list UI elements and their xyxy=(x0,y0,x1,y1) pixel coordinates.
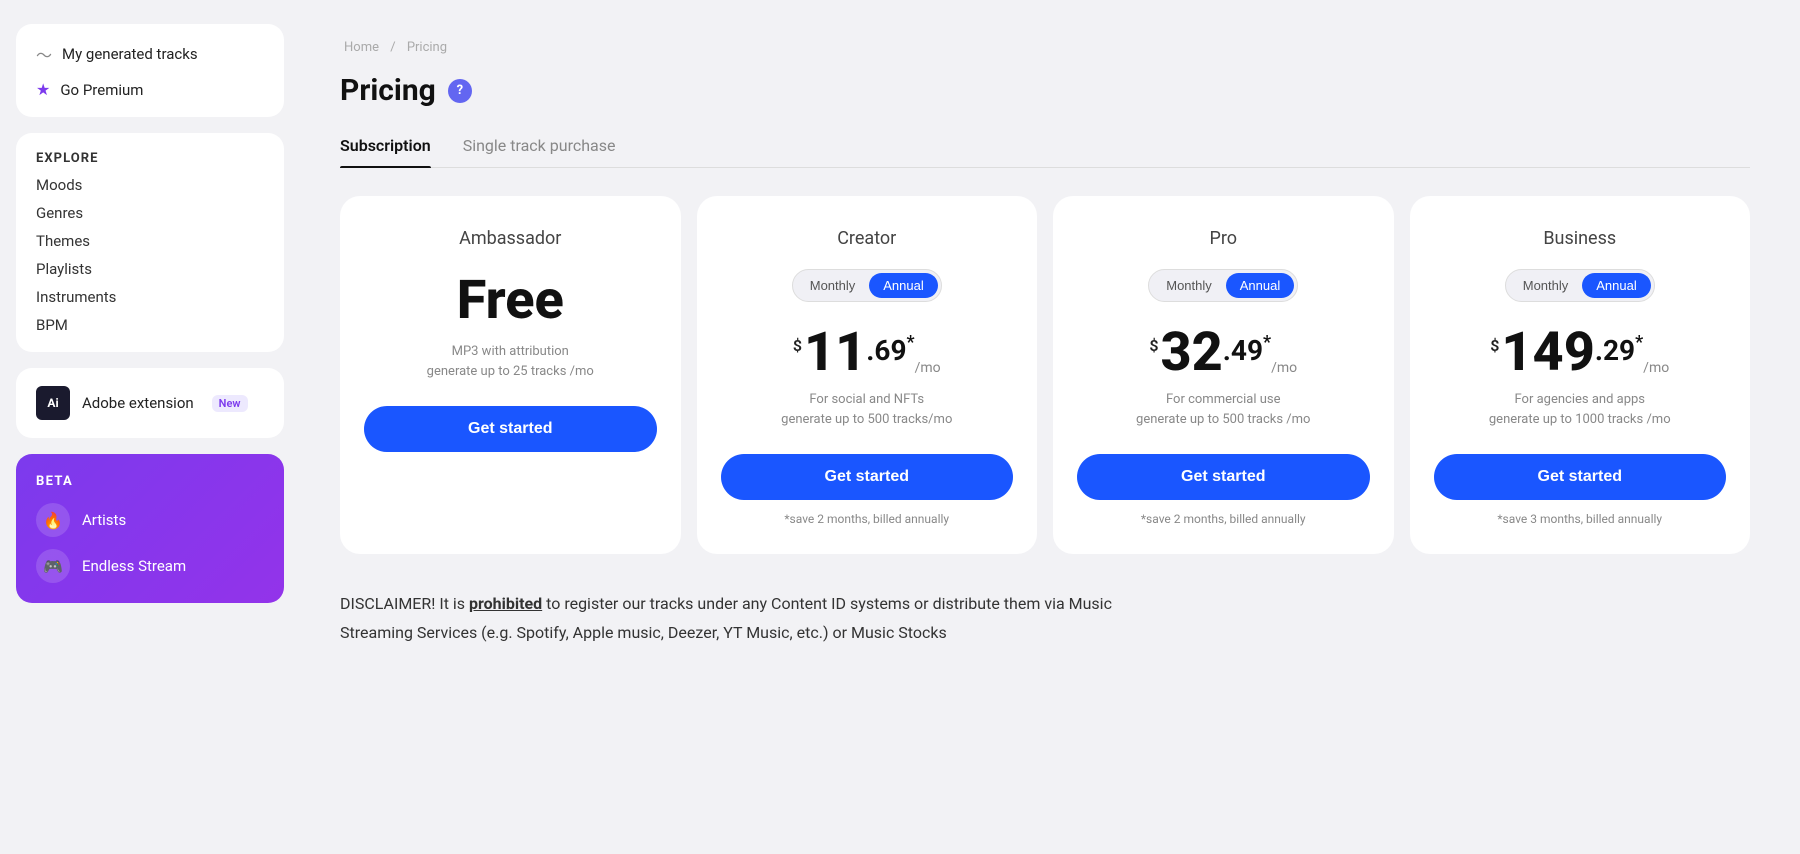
plan-ambassador-cta[interactable]: Get started xyxy=(364,406,657,452)
plan-business-desc: For agencies and appsgenerate up to 1000… xyxy=(1489,390,1671,430)
plan-business: Business Monthly Annual $ 149 .29 * /mo … xyxy=(1410,196,1751,554)
plan-creator-price-main: 11 xyxy=(804,326,866,380)
plan-ambassador-desc: MP3 with attributiongenerate up to 25 tr… xyxy=(427,342,594,382)
plan-pro-save-note: *save 2 months, billed annually xyxy=(1141,512,1306,526)
plan-pro-period: /mo xyxy=(1271,360,1297,376)
breadcrumb-home[interactable]: Home xyxy=(344,40,379,55)
disclaimer-suffix1: to register our tracks under any Content… xyxy=(542,594,1112,613)
sidebar-item-instruments[interactable]: Instruments xyxy=(36,288,264,306)
gamepad-icon: 🎮 xyxy=(36,549,70,583)
sidebar-item-playlists[interactable]: Playlists xyxy=(36,260,264,278)
sidebar: 〜 My generated tracks ★ Go Premium EXPLO… xyxy=(0,0,300,854)
explore-heading: EXPLORE xyxy=(36,151,264,166)
sidebar-top-card: 〜 My generated tracks ★ Go Premium xyxy=(16,24,284,117)
plan-creator-monthly-btn[interactable]: Monthly xyxy=(796,273,870,298)
sidebar-item-bpm[interactable]: BPM xyxy=(36,316,264,334)
plan-pro-currency: $ xyxy=(1149,336,1158,355)
page-title: Pricing xyxy=(340,73,436,108)
tab-single-track[interactable]: Single track purchase xyxy=(463,136,616,167)
fire-icon: 🔥 xyxy=(36,503,70,537)
disclaimer-prohibited: prohibited xyxy=(469,594,542,613)
plan-business-cta[interactable]: Get started xyxy=(1434,454,1727,500)
tabs-container: Subscription Single track purchase xyxy=(340,136,1750,168)
plan-ambassador-price: Free xyxy=(457,269,564,332)
plan-business-name: Business xyxy=(1543,228,1616,249)
plan-pro-toggle: Monthly Annual xyxy=(1148,269,1298,302)
sidebar-item-moods[interactable]: Moods xyxy=(36,176,264,194)
plan-pro-annual-btn[interactable]: Annual xyxy=(1226,273,1294,298)
plan-business-currency: $ xyxy=(1490,336,1499,355)
breadcrumb-current: Pricing xyxy=(407,40,447,55)
plan-business-save-note: *save 3 months, billed annually xyxy=(1497,512,1662,526)
plan-creator-price-container: $ 11 .69 * /mo xyxy=(793,326,941,380)
sidebar-item-artists[interactable]: 🔥 Artists xyxy=(36,503,264,537)
disclaimer-prefix: DISCLAIMER! It is xyxy=(340,594,469,613)
star-icon: ★ xyxy=(36,80,50,99)
main-content: Home / Pricing Pricing ? Subscription Si… xyxy=(300,0,1800,854)
plan-business-monthly-btn[interactable]: Monthly xyxy=(1509,273,1583,298)
plan-pro: Pro Monthly Annual $ 32 .49 * /mo For co… xyxy=(1053,196,1394,554)
sidebar-item-go-premium[interactable]: ★ Go Premium xyxy=(36,80,264,99)
adobe-icon: Ai xyxy=(36,386,70,420)
plan-pro-price-decimal: .49 xyxy=(1223,334,1263,367)
plan-pro-price-container: $ 32 .49 * /mo xyxy=(1149,326,1297,380)
plan-business-toggle: Monthly Annual xyxy=(1505,269,1655,302)
plan-pro-cta[interactable]: Get started xyxy=(1077,454,1370,500)
plan-creator-name: Creator xyxy=(837,228,896,249)
plan-business-price-main: 149 xyxy=(1501,326,1594,380)
artists-label: Artists xyxy=(82,511,126,529)
disclaimer-suffix2: Streaming Services (e.g. Spotify, Apple … xyxy=(340,623,947,642)
sidebar-adobe-card[interactable]: Ai Adobe extension New xyxy=(16,368,284,438)
plan-creator-cta[interactable]: Get started xyxy=(721,454,1014,500)
new-badge: New xyxy=(212,395,248,412)
plan-creator-toggle: Monthly Annual xyxy=(792,269,942,302)
page-header: Pricing ? xyxy=(340,73,1750,108)
sidebar-item-endless-stream[interactable]: 🎮 Endless Stream xyxy=(36,549,264,583)
adobe-label: Adobe extension xyxy=(82,394,194,412)
generated-tracks-label: My generated tracks xyxy=(62,45,198,63)
explore-list: Moods Genres Themes Playlists Instrument… xyxy=(36,176,264,334)
sidebar-item-generated-tracks[interactable]: 〜 My generated tracks xyxy=(36,42,264,66)
go-premium-label: Go Premium xyxy=(60,81,143,99)
plan-ambassador-name: Ambassador xyxy=(459,228,561,249)
tab-subscription[interactable]: Subscription xyxy=(340,136,431,167)
breadcrumb-separator: / xyxy=(390,40,395,55)
waveform-icon: 〜 xyxy=(36,42,52,66)
plan-business-price-decimal: .29 xyxy=(1595,334,1635,367)
plan-pro-monthly-btn[interactable]: Monthly xyxy=(1152,273,1226,298)
plan-pro-price-main: 32 xyxy=(1160,326,1222,380)
plan-creator: Creator Monthly Annual $ 11 .69 * /mo Fo… xyxy=(697,196,1038,554)
plan-business-price-container: $ 149 .29 * /mo xyxy=(1490,326,1669,380)
plan-pro-desc: For commercial usegenerate up to 500 tra… xyxy=(1136,390,1310,430)
sidebar-item-themes[interactable]: Themes xyxy=(36,232,264,250)
plan-business-asterisk: * xyxy=(1635,332,1643,353)
plan-creator-save-note: *save 2 months, billed annually xyxy=(784,512,949,526)
plan-creator-price-decimal: .69 xyxy=(866,334,906,367)
breadcrumb: Home / Pricing xyxy=(340,40,1750,55)
plan-creator-asterisk: * xyxy=(907,332,915,353)
sidebar-item-genres[interactable]: Genres xyxy=(36,204,264,222)
pricing-grid: Ambassador Free MP3 with attributiongene… xyxy=(340,196,1750,554)
sidebar-explore-card: EXPLORE Moods Genres Themes Playlists In… xyxy=(16,133,284,352)
plan-pro-asterisk: * xyxy=(1263,332,1271,353)
plan-creator-annual-btn[interactable]: Annual xyxy=(869,273,937,298)
plan-creator-currency: $ xyxy=(793,336,802,355)
sidebar-beta-card: BETA 🔥 Artists 🎮 Endless Stream xyxy=(16,454,284,603)
plan-creator-desc: For social and NFTsgenerate up to 500 tr… xyxy=(781,390,952,430)
plan-ambassador: Ambassador Free MP3 with attributiongene… xyxy=(340,196,681,554)
help-icon[interactable]: ? xyxy=(448,79,472,103)
plan-creator-period: /mo xyxy=(915,360,941,376)
plan-pro-name: Pro xyxy=(1209,228,1237,249)
beta-label: BETA xyxy=(36,474,264,489)
plan-business-period: /mo xyxy=(1643,360,1669,376)
plan-business-annual-btn[interactable]: Annual xyxy=(1582,273,1650,298)
disclaimer: DISCLAIMER! It is prohibited to register… xyxy=(340,590,1340,648)
endless-stream-label: Endless Stream xyxy=(82,557,186,575)
